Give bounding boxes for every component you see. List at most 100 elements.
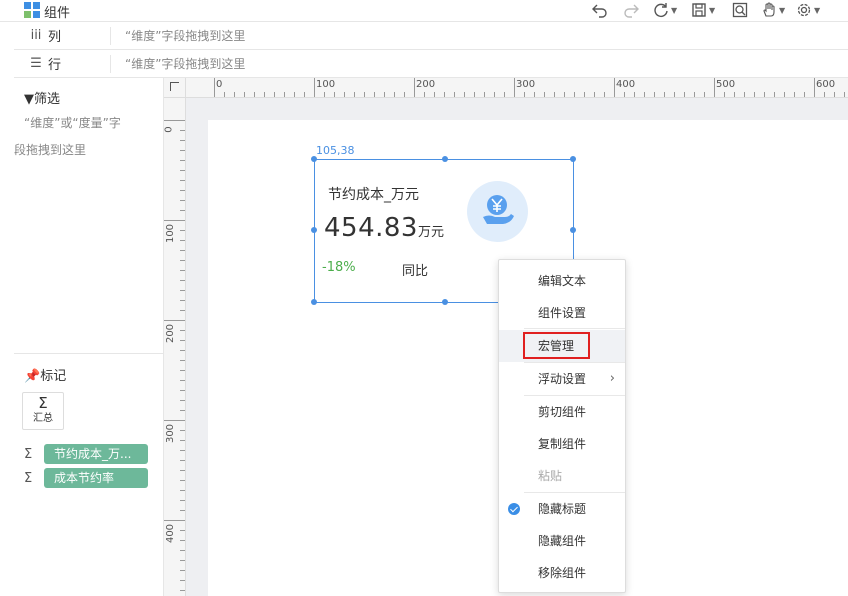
ruler-tick — [164, 220, 185, 221]
menu-item-float-settings-label: 浮动设置 — [538, 372, 587, 386]
hand-icon[interactable]: ▼ — [761, 0, 785, 20]
rows-shelf[interactable]: ☰ 行 “维度”字段拖拽到这里 — [14, 50, 848, 78]
ruler-label: 200 — [165, 323, 177, 344]
ruler-tick — [454, 92, 455, 97]
ruler-tick — [344, 92, 345, 97]
columns-shelf[interactable]: iii 列 “维度”字段拖拽到这里 — [14, 22, 848, 50]
menu-item-hide-component[interactable]: 隐藏组件 — [499, 525, 625, 557]
resize-handle-t[interactable] — [442, 156, 448, 162]
menu-item-paste[interactable]: 粘贴 — [499, 460, 625, 492]
ruler-tick — [404, 92, 405, 97]
mark-field-pill[interactable]: 节约成本_万... — [44, 444, 148, 464]
ruler-tick — [180, 550, 185, 551]
ruler-tick — [334, 92, 335, 97]
menu-item-copy-component[interactable]: 复制组件 — [499, 428, 625, 460]
ruler-tick — [164, 320, 185, 321]
undo-icon[interactable] — [592, 0, 608, 20]
ruler-tick — [180, 400, 185, 401]
redo-icon[interactable] — [623, 0, 639, 20]
rows-dropzone[interactable]: “维度”字段拖拽到这里 — [125, 55, 245, 72]
filter-header: ▼筛选 — [24, 88, 60, 107]
menu-item-cut-component[interactable]: 剪切组件 — [499, 396, 625, 428]
filter-title: 筛选 — [34, 92, 61, 107]
kpi-unit: 万元 — [417, 225, 444, 240]
check-icon — [508, 503, 520, 515]
ruler-tick — [364, 92, 365, 97]
ruler-tick — [504, 92, 505, 97]
columns-label: 列 — [48, 30, 62, 45]
kpi-rate: -18% — [322, 260, 356, 275]
menu-item-float-settings[interactable]: 浮动设置 › — [499, 363, 625, 395]
ruler-tick — [844, 92, 845, 97]
ruler-tick — [674, 92, 675, 97]
ruler-label: 400 — [165, 523, 177, 544]
ruler-label: 600 — [816, 79, 836, 90]
dashboard-editor: 组件 ▼ ▼ ▼ ▼ iii 列 “维度”字段拖拽到这里 ☰ 行 “维度”字段拖… — [0, 0, 848, 596]
resize-handle-b[interactable] — [442, 299, 448, 305]
resize-handle-bl[interactable] — [311, 299, 317, 305]
ruler-label: 300 — [165, 423, 177, 444]
ruler-tick — [180, 270, 185, 271]
ruler-tick — [704, 92, 705, 97]
menu-item-edit-text[interactable]: 编辑文本 — [499, 265, 625, 297]
divider — [110, 54, 111, 73]
ruler-label: 200 — [416, 79, 436, 90]
ruler-label: 400 — [616, 79, 636, 90]
ruler-label: 100 — [165, 223, 177, 244]
ruler-tick — [180, 450, 185, 451]
ruler-tick — [180, 300, 185, 301]
ruler-tick — [814, 78, 815, 97]
resize-handle-r[interactable] — [570, 227, 576, 233]
menu-item-remove-component[interactable]: 移除组件 — [499, 557, 625, 589]
refresh-icon[interactable]: ▼ — [653, 0, 677, 20]
summary-button[interactable]: Σ 汇总 — [22, 392, 64, 430]
ruler-tick — [314, 78, 315, 97]
sigma-icon: Σ — [24, 470, 33, 486]
save-icon[interactable]: ▼ — [691, 0, 715, 20]
preview-icon[interactable] — [732, 0, 748, 20]
left-panel: ▼筛选 “维度”或“度量”字 段拖拽到这里 📌标记 Σ 汇总 Σ 节约成本_万.… — [14, 78, 164, 596]
ruler-tick — [180, 260, 185, 261]
chevron-down-icon: ▼ — [779, 5, 786, 15]
ruler-tick — [574, 92, 575, 97]
ruler-tick — [244, 92, 245, 97]
resize-handle-l[interactable] — [311, 227, 317, 233]
ruler-tick — [624, 92, 625, 97]
top-bar: 组件 ▼ ▼ ▼ ▼ — [0, 0, 848, 22]
settings-icon[interactable]: ▼ — [796, 0, 820, 20]
ruler-label: 0 — [163, 126, 175, 133]
ruler-tick — [180, 560, 185, 561]
divider — [110, 26, 111, 45]
ruler-tick — [834, 92, 835, 97]
ruler-tick — [180, 330, 185, 331]
ruler-tick — [764, 92, 765, 97]
component-coordinates: 105,38 — [316, 144, 355, 157]
marks-title: 标记 — [40, 369, 67, 384]
resize-handle-tr[interactable] — [570, 156, 576, 162]
ruler-tick — [724, 92, 725, 97]
chevron-down-icon: ▼ — [671, 5, 678, 15]
ruler-tick — [374, 92, 375, 97]
resize-handle-tl[interactable] — [311, 156, 317, 162]
ruler-tick — [180, 460, 185, 461]
ruler-tick — [744, 92, 745, 97]
ruler-tick — [784, 92, 785, 97]
ruler-tick — [180, 310, 185, 311]
menu-item-hide-title[interactable]: 隐藏标题 — [499, 493, 625, 525]
ruler-tick — [494, 92, 495, 97]
columns-dropzone[interactable]: “维度”字段拖拽到这里 — [125, 27, 245, 44]
ruler-tick — [214, 78, 215, 97]
filter-dropzone[interactable]: “维度”或“度量”字 段拖拽到这里 — [14, 110, 154, 164]
ruler-tick — [554, 92, 555, 97]
mark-field-pill[interactable]: 成本节约率 — [44, 468, 148, 488]
ruler-tick — [384, 92, 385, 97]
ruler-tick — [614, 78, 615, 97]
horizontal-ruler: 0 100 200 300 400 500 600 — [186, 78, 848, 98]
ruler-tick — [594, 92, 595, 97]
ruler-tick — [804, 92, 805, 97]
ruler-tick — [684, 92, 685, 97]
ruler-tick — [180, 370, 185, 371]
menu-item-component-settings[interactable]: 组件设置 — [499, 297, 625, 329]
ruler-tick — [524, 92, 525, 97]
context-menu: 编辑文本 组件设置 宏管理 浮动设置 › 剪切组件 复制组件 粘贴 隐藏标题 隐藏… — [498, 259, 626, 593]
